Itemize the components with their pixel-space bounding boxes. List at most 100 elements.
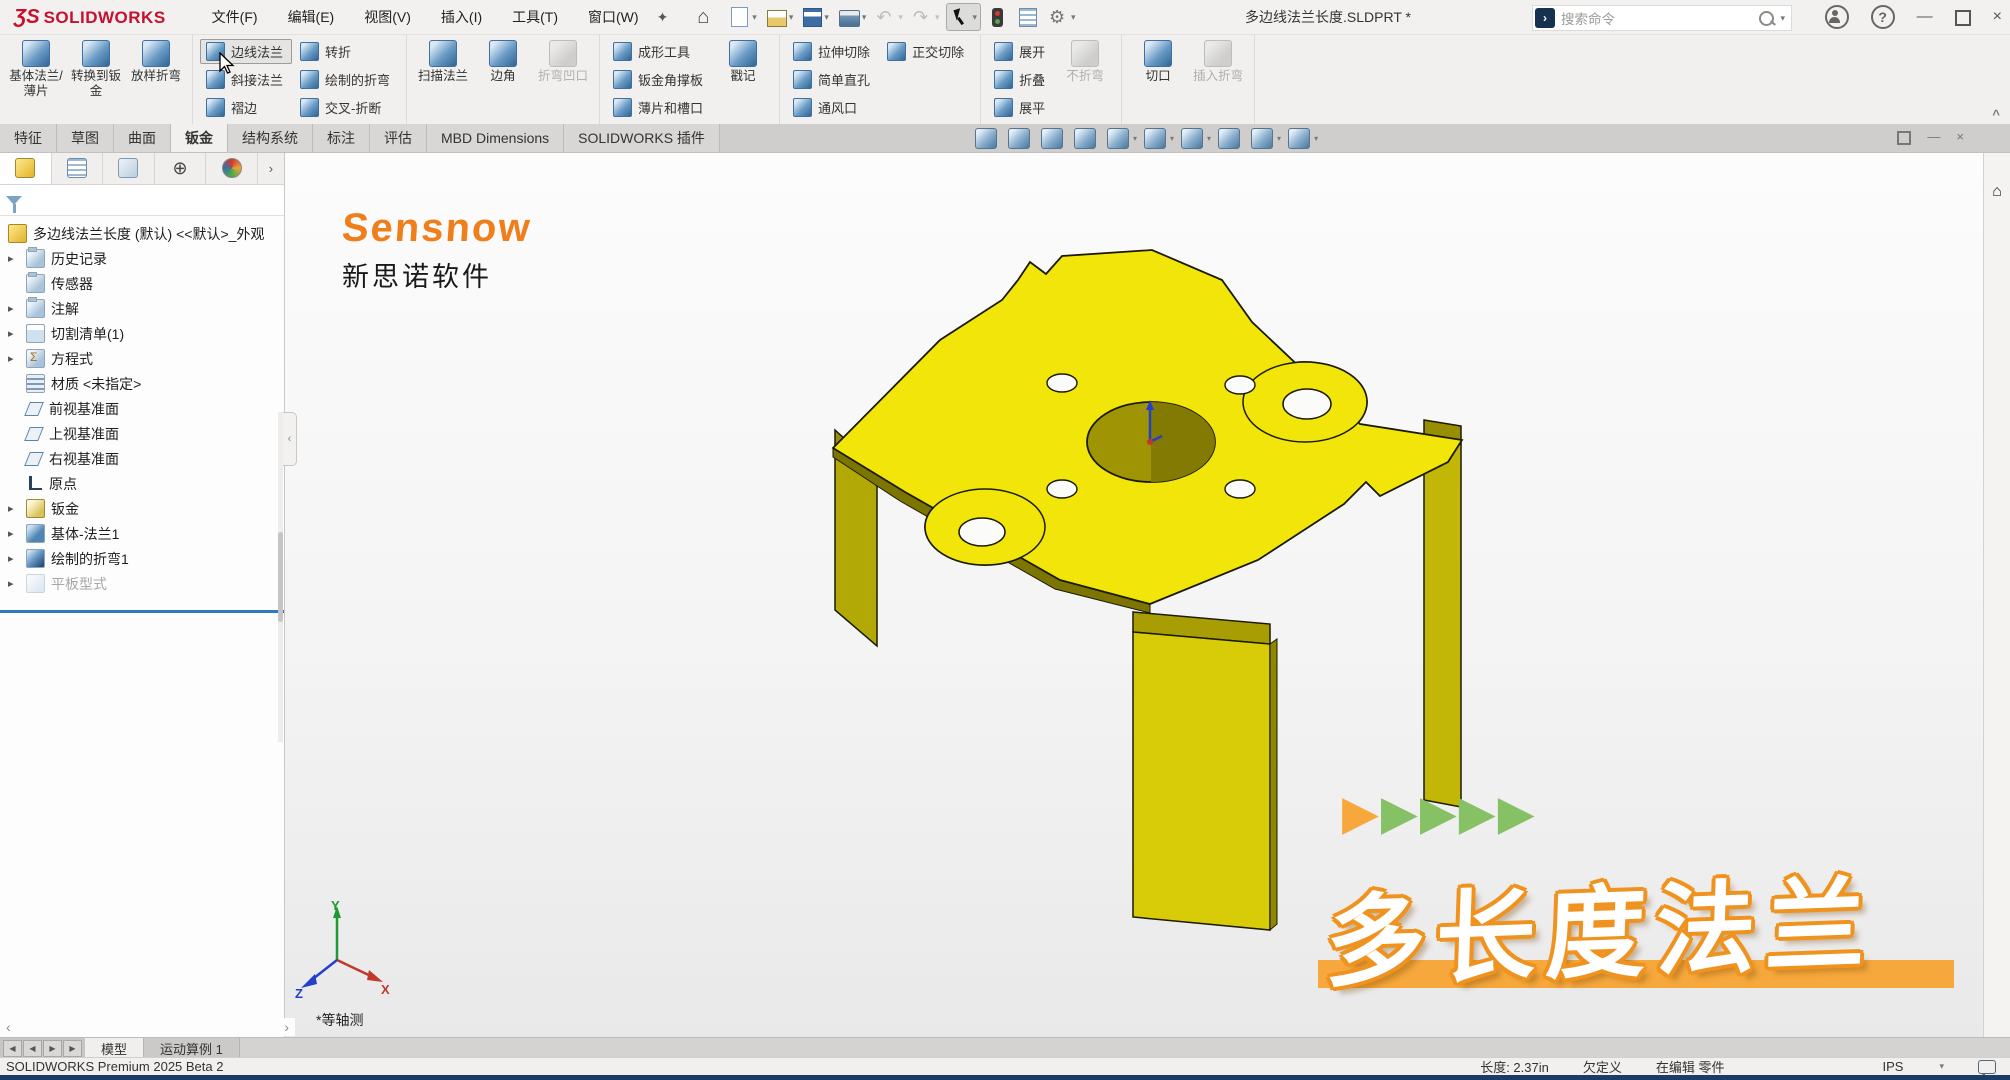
forming-tool-button[interactable]: 成形工具	[607, 39, 712, 64]
display-style-button[interactable]: ▾	[1144, 128, 1174, 149]
solidworks-resources-icon[interactable]: ⌂	[1988, 182, 2007, 201]
expand-arrow-icon[interactable]	[8, 527, 20, 540]
hem-button[interactable]: 褶边	[200, 95, 292, 120]
last-tab-button[interactable]: ▶	[63, 1040, 82, 1057]
sheet-metal-gusset-button[interactable]: 钣金角撑板	[607, 67, 712, 92]
extruded-cut-button[interactable]: 拉伸切除	[787, 39, 879, 64]
vent-button[interactable]: 通风口	[787, 95, 879, 120]
tree-item-right-plane[interactable]: 右视基准面	[0, 446, 284, 471]
close-button[interactable]: ×	[1993, 0, 2002, 34]
expand-arrow-icon[interactable]	[8, 327, 20, 340]
command-search-box[interactable]: › 搜索命令 ▾	[1532, 5, 1792, 31]
lofted-bend-button[interactable]: 放样折弯	[127, 37, 185, 84]
hide-show-items-button[interactable]: ▾	[1181, 128, 1211, 149]
expand-arrow-icon[interactable]	[8, 502, 20, 515]
tree-item-base-flange1[interactable]: 基体-法兰1	[0, 521, 284, 546]
flatten-button[interactable]: 展平	[988, 95, 1054, 120]
file-properties-button[interactable]	[1016, 4, 1042, 30]
bend-notch-button[interactable]: 折弯凹口	[534, 37, 592, 84]
view-settings-button[interactable]: ▾	[1288, 128, 1318, 149]
first-tab-button[interactable]: ◀	[3, 1040, 22, 1057]
file-explorer-icon[interactable]	[1988, 254, 2007, 273]
tab-and-slot-button[interactable]: 薄片和槽口	[607, 95, 712, 120]
menu-edit[interactable]: 编辑(E)	[288, 7, 335, 27]
tree-item-front-plane[interactable]: 前视基准面	[0, 396, 284, 421]
prev-tab-button[interactable]: ◀	[23, 1040, 42, 1057]
tree-filter[interactable]	[0, 185, 284, 216]
tab-model[interactable]: 模型	[85, 1038, 144, 1058]
tree-item-annotations[interactable]: 注解	[0, 296, 284, 321]
menu-view[interactable]: 视图(V)	[364, 7, 411, 27]
help-icon[interactable]: ?	[1871, 5, 1895, 29]
zoom-area-button[interactable]	[1008, 128, 1034, 149]
tab-sketch[interactable]: 草图	[57, 124, 114, 152]
edit-appearance-button[interactable]	[1218, 128, 1244, 149]
menu-window[interactable]: 窗口(W)	[588, 7, 639, 27]
pin-icon[interactable]: ✦	[657, 9, 669, 26]
tab-surfaces[interactable]: 曲面	[114, 124, 171, 152]
redo-button[interactable]: ▾	[910, 4, 943, 30]
miter-flange-button[interactable]: 斜接法兰	[200, 67, 292, 92]
previous-view-button[interactable]	[1041, 128, 1067, 149]
quick-tip-icon[interactable]	[1978, 1060, 1996, 1074]
tab-evaluate[interactable]: 评估	[370, 124, 427, 152]
sketched-bend-button[interactable]: 绘制的折弯	[294, 67, 399, 92]
expand-arrow-icon[interactable]	[8, 552, 20, 565]
minimize-button[interactable]: —	[1917, 0, 1933, 34]
tree-item-top-plane[interactable]: 上视基准面	[0, 421, 284, 446]
view-orientation-button[interactable]: ▾	[1107, 128, 1137, 149]
rollback-bar[interactable]	[0, 610, 284, 613]
featuremanager-tab[interactable]	[0, 152, 52, 184]
simple-hole-button[interactable]: 简单直孔	[787, 67, 879, 92]
jog-button[interactable]: 转折	[294, 39, 399, 64]
dimxpertmanager-tab[interactable]: ⊕	[155, 152, 207, 184]
status-units[interactable]: IPS	[1883, 1059, 1904, 1074]
tree-item-origin[interactable]: 原点	[0, 471, 284, 496]
menu-insert[interactable]: 插入(I)	[441, 7, 482, 27]
tree-item-history[interactable]: 历史记录	[0, 246, 284, 271]
expand-arrow-icon[interactable]	[8, 352, 20, 365]
tree-item-sensors[interactable]: 传感器	[0, 271, 284, 296]
rip-button[interactable]: 切口	[1129, 37, 1187, 84]
tree-item-sketched-bend1[interactable]: 绘制的折弯1	[0, 546, 284, 571]
tree-item-equations[interactable]: 方程式	[0, 346, 284, 371]
tree-horizontal-scrollbar[interactable]: ‹›	[0, 1018, 295, 1036]
tab-motion-study[interactable]: 运动算例 1	[144, 1038, 240, 1058]
apply-scene-button[interactable]: ▾	[1251, 128, 1281, 149]
corner-button[interactable]: 边角	[474, 37, 532, 84]
unfold-button[interactable]: 展开	[988, 39, 1054, 64]
stamp-button[interactable]: 戳记	[714, 37, 772, 84]
panel-tabs-expand-icon[interactable]: ›	[258, 152, 284, 184]
doc-close-icon[interactable]: ×	[1956, 127, 1964, 147]
cross-break-button[interactable]: 交叉-折断	[294, 95, 399, 120]
doc-minimize-icon[interactable]: —	[1927, 127, 1940, 147]
menu-tools[interactable]: 工具(T)	[512, 7, 558, 27]
base-flange-button[interactable]: 基体法兰/薄片	[7, 37, 65, 99]
units-caret-icon[interactable]: ▾	[1939, 1061, 1944, 1072]
tab-mbd-dimensions[interactable]: MBD Dimensions	[427, 124, 564, 152]
design-library-icon[interactable]	[1988, 218, 2007, 237]
ribbon-collapse-icon[interactable]: ^	[1992, 107, 2000, 122]
home-button[interactable]	[694, 4, 722, 30]
swept-flange-button[interactable]: 扫描法兰	[414, 37, 472, 84]
undo-button[interactable]: ▾	[873, 4, 906, 30]
select-button[interactable]: ▾	[946, 3, 981, 31]
appearances-icon[interactable]	[1988, 326, 2007, 345]
tab-structure-system[interactable]: 结构系统	[228, 124, 313, 152]
tree-item-flat-pattern[interactable]: 平板型式	[0, 571, 284, 596]
fold-button[interactable]: 折叠	[988, 67, 1054, 92]
custom-properties-icon[interactable]	[1988, 362, 2007, 381]
tree-item-cutlist[interactable]: 切割清单(1)	[0, 321, 284, 346]
new-button[interactable]: ▾	[726, 4, 760, 30]
tab-annotation[interactable]: 标注	[313, 124, 370, 152]
account-icon[interactable]	[1825, 5, 1849, 29]
search-input[interactable]: 搜索命令	[1561, 8, 1759, 28]
save-button[interactable]: ▾	[800, 4, 832, 30]
tab-features[interactable]: 特征	[0, 124, 57, 152]
tree-item-sheet-metal[interactable]: 钣金	[0, 496, 284, 521]
normal-cut-button[interactable]: 正交切除	[881, 39, 973, 64]
configurationmanager-tab[interactable]	[103, 152, 155, 184]
zoom-fit-button[interactable]	[975, 128, 1001, 149]
insert-bends-button[interactable]: 插入折弯	[1189, 37, 1247, 84]
rebuild-button[interactable]	[985, 4, 1012, 30]
